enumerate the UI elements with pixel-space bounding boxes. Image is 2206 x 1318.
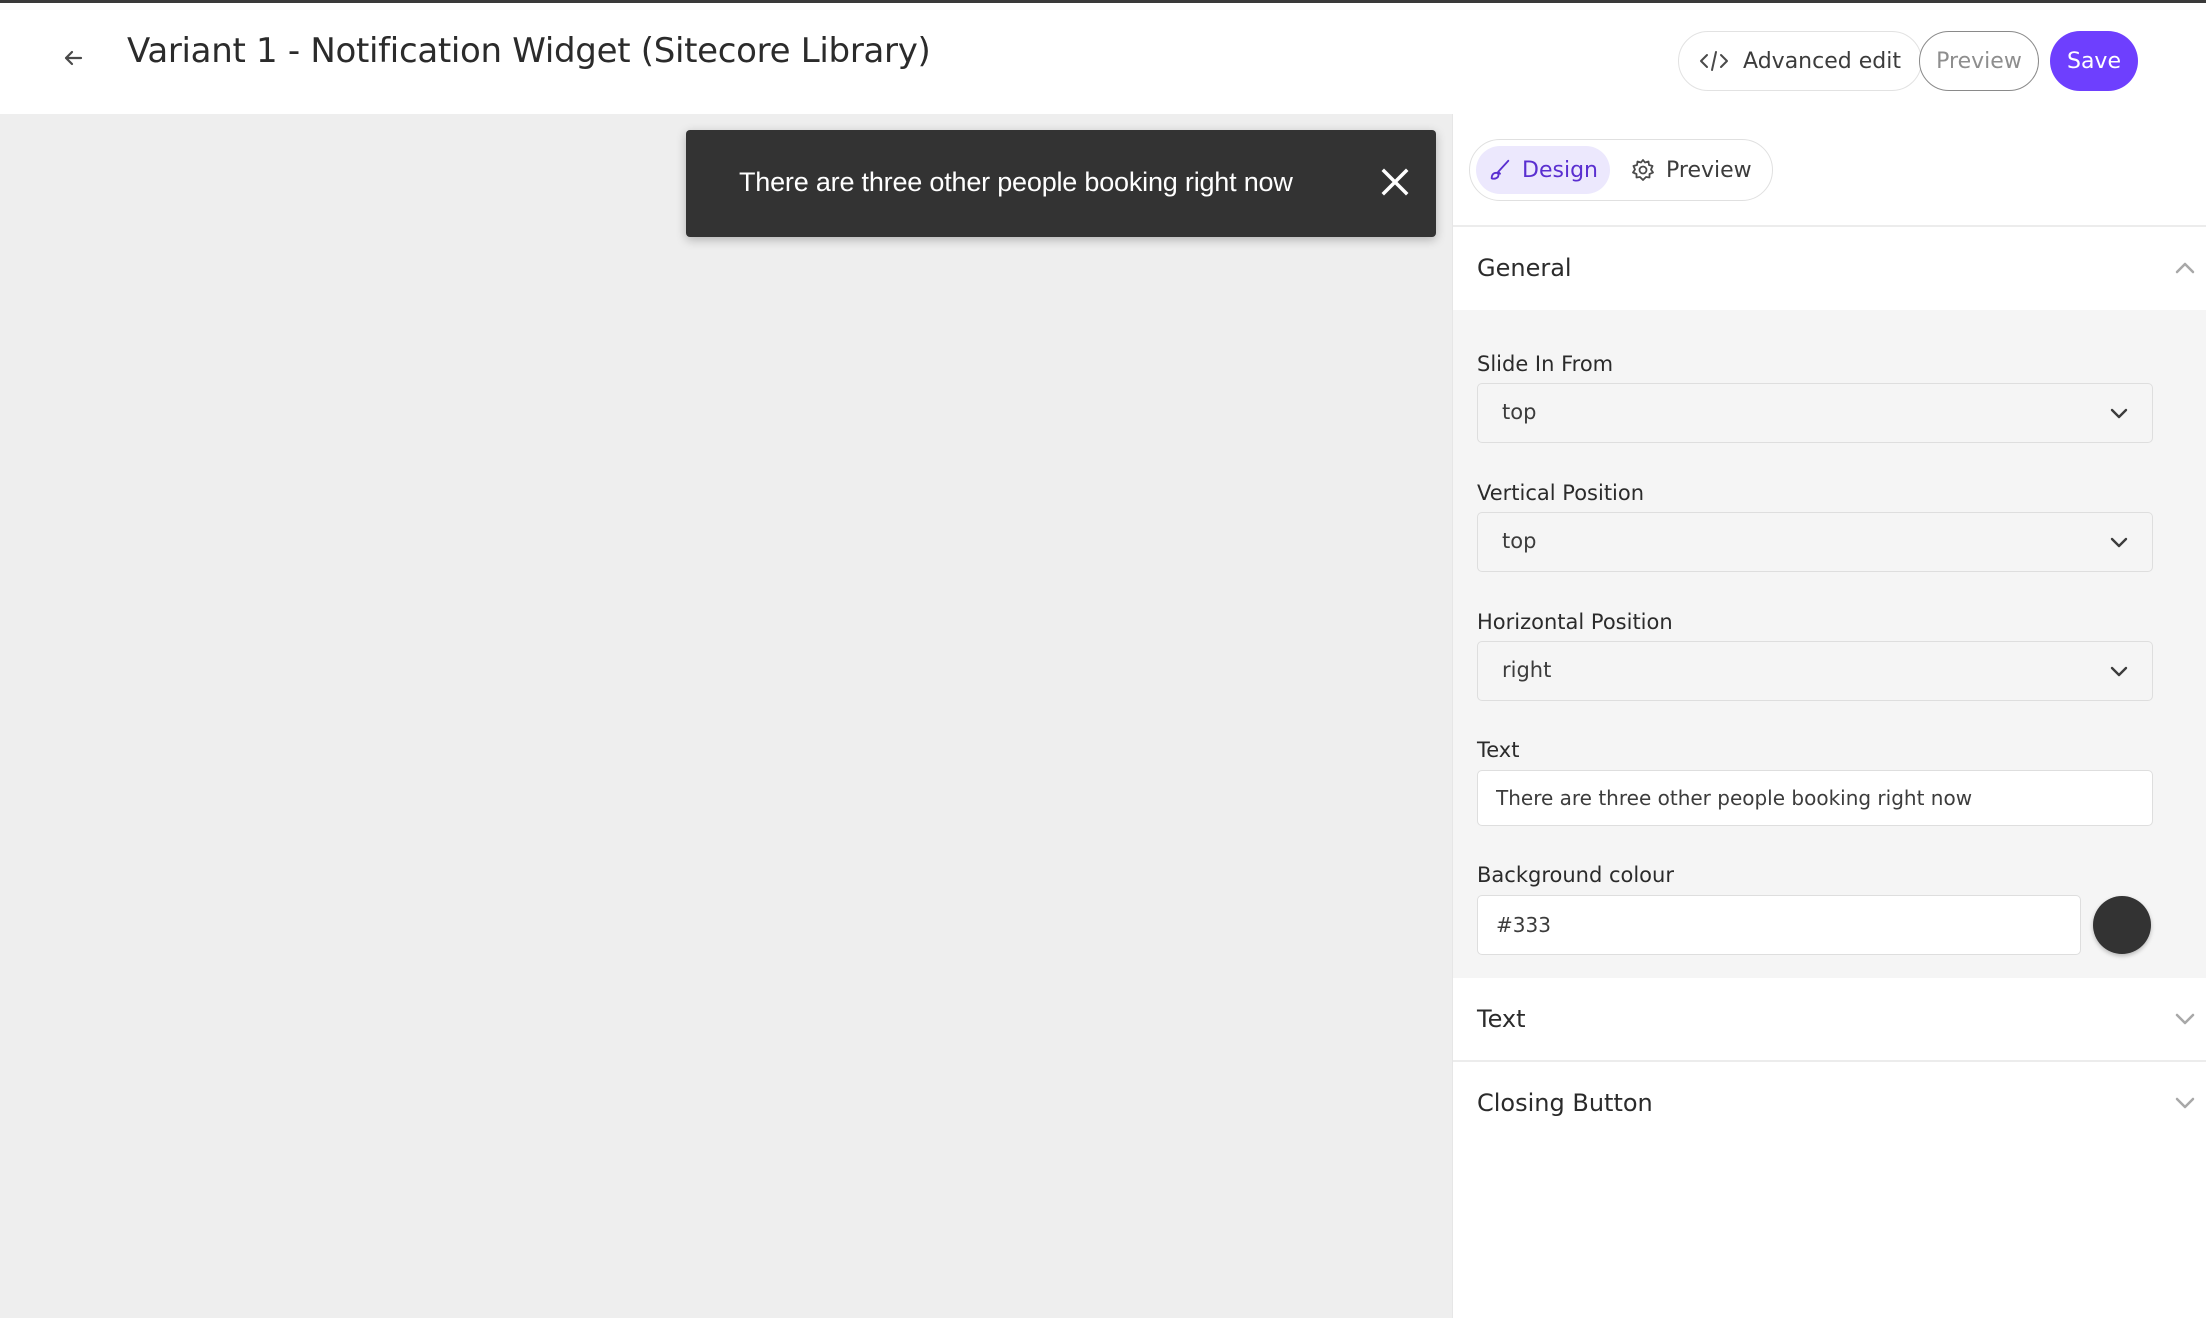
accordion-closing-button-title: Closing Button <box>1477 1089 1653 1117</box>
paintbrush-icon <box>1490 159 1510 180</box>
chevron-down-icon <box>2175 1097 2195 1109</box>
vertical-position-value: top <box>1502 529 1537 553</box>
code-icon <box>1700 51 1729 71</box>
slide-in-from-label: Slide In From <box>1477 352 1614 376</box>
save-button[interactable]: Save <box>2050 31 2138 91</box>
preview-label: Preview <box>1936 48 2022 74</box>
text-input[interactable] <box>1477 770 2153 826</box>
close-icon <box>1381 168 1409 196</box>
properties-panel: Design Preview General Slide In From top… <box>1452 114 2206 1318</box>
chevron-down-icon <box>2175 1013 2195 1025</box>
chevron-up-icon <box>2175 262 2195 274</box>
accordion-general-body: Slide In From top Vertical Position top … <box>1453 310 2206 978</box>
horizontal-position-label: Horizontal Position <box>1477 610 1673 634</box>
back-button[interactable] <box>56 41 90 75</box>
accordion-general-header[interactable]: General <box>1453 227 2206 309</box>
page-title: Variant 1 - Notification Widget (Sitecor… <box>127 31 931 71</box>
advanced-edit-label: Advanced edit <box>1743 48 1901 74</box>
slide-in-from-value: top <box>1502 400 1537 424</box>
tab-preview[interactable]: Preview <box>1618 146 1764 194</box>
preview-button[interactable]: Preview <box>1919 31 2039 91</box>
slide-in-from-select[interactable]: top <box>1477 383 2153 443</box>
chevron-down-icon <box>2110 537 2128 548</box>
advanced-edit-button[interactable]: Advanced edit <box>1678 31 1922 91</box>
tab-preview-label: Preview <box>1666 157 1752 183</box>
notification-text: There are three other people booking rig… <box>739 167 1293 197</box>
chevron-down-icon <box>2110 408 2128 419</box>
color-swatch[interactable] <box>2093 896 2151 954</box>
preview-canvas: There are three other people booking rig… <box>0 114 1452 1318</box>
notification-close-button[interactable] <box>1379 166 1411 198</box>
arrow-left-icon <box>64 50 83 66</box>
background-colour-input[interactable] <box>1477 895 2081 955</box>
notification-widget: There are three other people booking rig… <box>686 130 1436 237</box>
background-colour-label: Background colour <box>1477 863 1674 887</box>
text-label: Text <box>1477 738 1520 762</box>
vertical-position-label: Vertical Position <box>1477 481 1645 505</box>
save-label: Save <box>2066 48 2121 74</box>
accordion-text-header[interactable]: Text <box>1453 978 2206 1060</box>
mode-tabs: Design Preview <box>1469 139 1773 201</box>
tab-design-label: Design <box>1522 157 1598 183</box>
horizontal-position-value: right <box>1502 658 1552 682</box>
page-header: Variant 1 - Notification Widget (Sitecor… <box>0 3 2206 114</box>
gear-icon <box>1632 159 1654 181</box>
chevron-down-icon <box>2110 666 2128 677</box>
tab-design[interactable]: Design <box>1476 146 1610 194</box>
accordion-text-title: Text <box>1477 1005 1526 1033</box>
accordion-general-title: General <box>1477 254 1572 282</box>
accordion-closing-button-header[interactable]: Closing Button <box>1453 1062 2206 1144</box>
vertical-position-select[interactable]: top <box>1477 512 2153 572</box>
horizontal-position-select[interactable]: right <box>1477 641 2153 701</box>
